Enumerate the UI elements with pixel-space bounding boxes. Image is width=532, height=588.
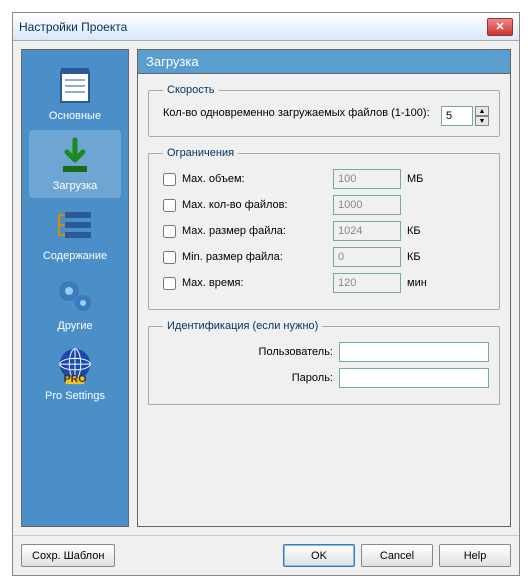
sidebar-item-label: Pro Settings	[45, 390, 105, 402]
main-panel: Загрузка Скорость Кол-во одновременно за…	[137, 49, 511, 527]
dialog-window: Настройки Проекта ✕ Основные Загрузка	[12, 12, 520, 576]
min-file-size-checkbox[interactable]	[163, 251, 176, 264]
limit-row-max-files: Max. кол-во файлов:	[163, 195, 489, 215]
max-time-checkbox[interactable]	[163, 277, 176, 290]
password-input[interactable]	[339, 368, 489, 388]
notepad-icon	[55, 66, 95, 106]
dialog-body: Основные Загрузка Содержание Другие	[13, 41, 519, 535]
spinner-down[interactable]: ▼	[475, 116, 489, 126]
limit-row-max-size: Max. объем: МБ	[163, 169, 489, 189]
limit-label: Мах. размер файла:	[182, 225, 286, 237]
svg-text:PRO: PRO	[64, 374, 87, 385]
panel-body: Скорость Кол-во одновременно загружаемых…	[137, 73, 511, 527]
titlebar: Настройки Проекта ✕	[13, 13, 519, 41]
sidebar-item-general[interactable]: Основные	[29, 60, 121, 128]
concurrent-files-spinner[interactable]: ▲ ▼	[441, 106, 489, 126]
sidebar-item-label: Содержание	[43, 250, 107, 262]
max-size-checkbox[interactable]	[163, 173, 176, 186]
save-template-button[interactable]: Сохр. Шаблон	[21, 544, 115, 567]
footer: Сохр. Шаблон OK Cancel Help	[13, 535, 519, 575]
spinner-up[interactable]: ▲	[475, 106, 489, 116]
gear-icon	[55, 276, 95, 316]
speed-legend: Скорость	[163, 84, 219, 96]
speed-label: Кол-во одновременно загружаемых файлов (…	[163, 106, 433, 121]
speed-group: Скорость Кол-во одновременно загружаемых…	[148, 84, 500, 137]
limit-unit: КБ	[407, 225, 437, 237]
sidebar-item-label: Другие	[57, 320, 92, 332]
min-file-size-input[interactable]	[333, 247, 401, 267]
concurrent-files-input[interactable]	[441, 106, 473, 126]
sidebar: Основные Загрузка Содержание Другие	[21, 49, 129, 527]
limit-label: Max. кол-во файлов:	[182, 199, 288, 211]
max-file-size-checkbox[interactable]	[163, 225, 176, 238]
sidebar-item-pro[interactable]: PRO Pro Settings	[29, 340, 121, 408]
limit-label: Max. объем:	[182, 173, 245, 185]
limit-label: Max. время:	[182, 277, 244, 289]
limit-row-min-file-size: Min. размер файла: КБ	[163, 247, 489, 267]
password-label: Пароль:	[292, 372, 333, 384]
limit-label: Min. размер файла:	[182, 251, 283, 263]
sidebar-item-content[interactable]: Содержание	[29, 200, 121, 268]
limit-row-max-time: Max. время: мин	[163, 273, 489, 293]
download-icon	[55, 136, 95, 176]
limit-unit: МБ	[407, 173, 437, 185]
max-files-input[interactable]	[333, 195, 401, 215]
max-file-size-input[interactable]	[333, 221, 401, 241]
globe-pro-icon: PRO	[55, 346, 95, 386]
ok-button[interactable]: OK	[283, 544, 355, 567]
content-icon	[55, 206, 95, 246]
user-label: Пользователь:	[259, 346, 333, 358]
limit-unit: мин	[407, 277, 437, 289]
limits-legend: Ограничения	[163, 147, 238, 159]
window-title: Настройки Проекта	[19, 20, 127, 34]
close-icon: ✕	[495, 20, 504, 33]
sidebar-item-label: Основные	[49, 110, 101, 122]
max-size-input[interactable]	[333, 169, 401, 189]
sidebar-item-download[interactable]: Загрузка	[29, 130, 121, 198]
limit-row-max-file-size: Мах. размер файла: КБ	[163, 221, 489, 241]
max-time-input[interactable]	[333, 273, 401, 293]
identification-group: Идентификация (если нужно) Пользователь:…	[148, 320, 500, 405]
close-button[interactable]: ✕	[487, 18, 513, 36]
help-button[interactable]: Help	[439, 544, 511, 567]
limit-unit: КБ	[407, 251, 437, 263]
sidebar-item-label: Загрузка	[53, 180, 97, 192]
cancel-button[interactable]: Cancel	[361, 544, 433, 567]
max-files-checkbox[interactable]	[163, 199, 176, 212]
sidebar-item-other[interactable]: Другие	[29, 270, 121, 338]
user-input[interactable]	[339, 342, 489, 362]
panel-heading: Загрузка	[137, 49, 511, 73]
limits-group: Ограничения Max. объем: МБ Max. кол-во ф…	[148, 147, 500, 310]
identification-legend: Идентификация (если нужно)	[163, 320, 322, 332]
